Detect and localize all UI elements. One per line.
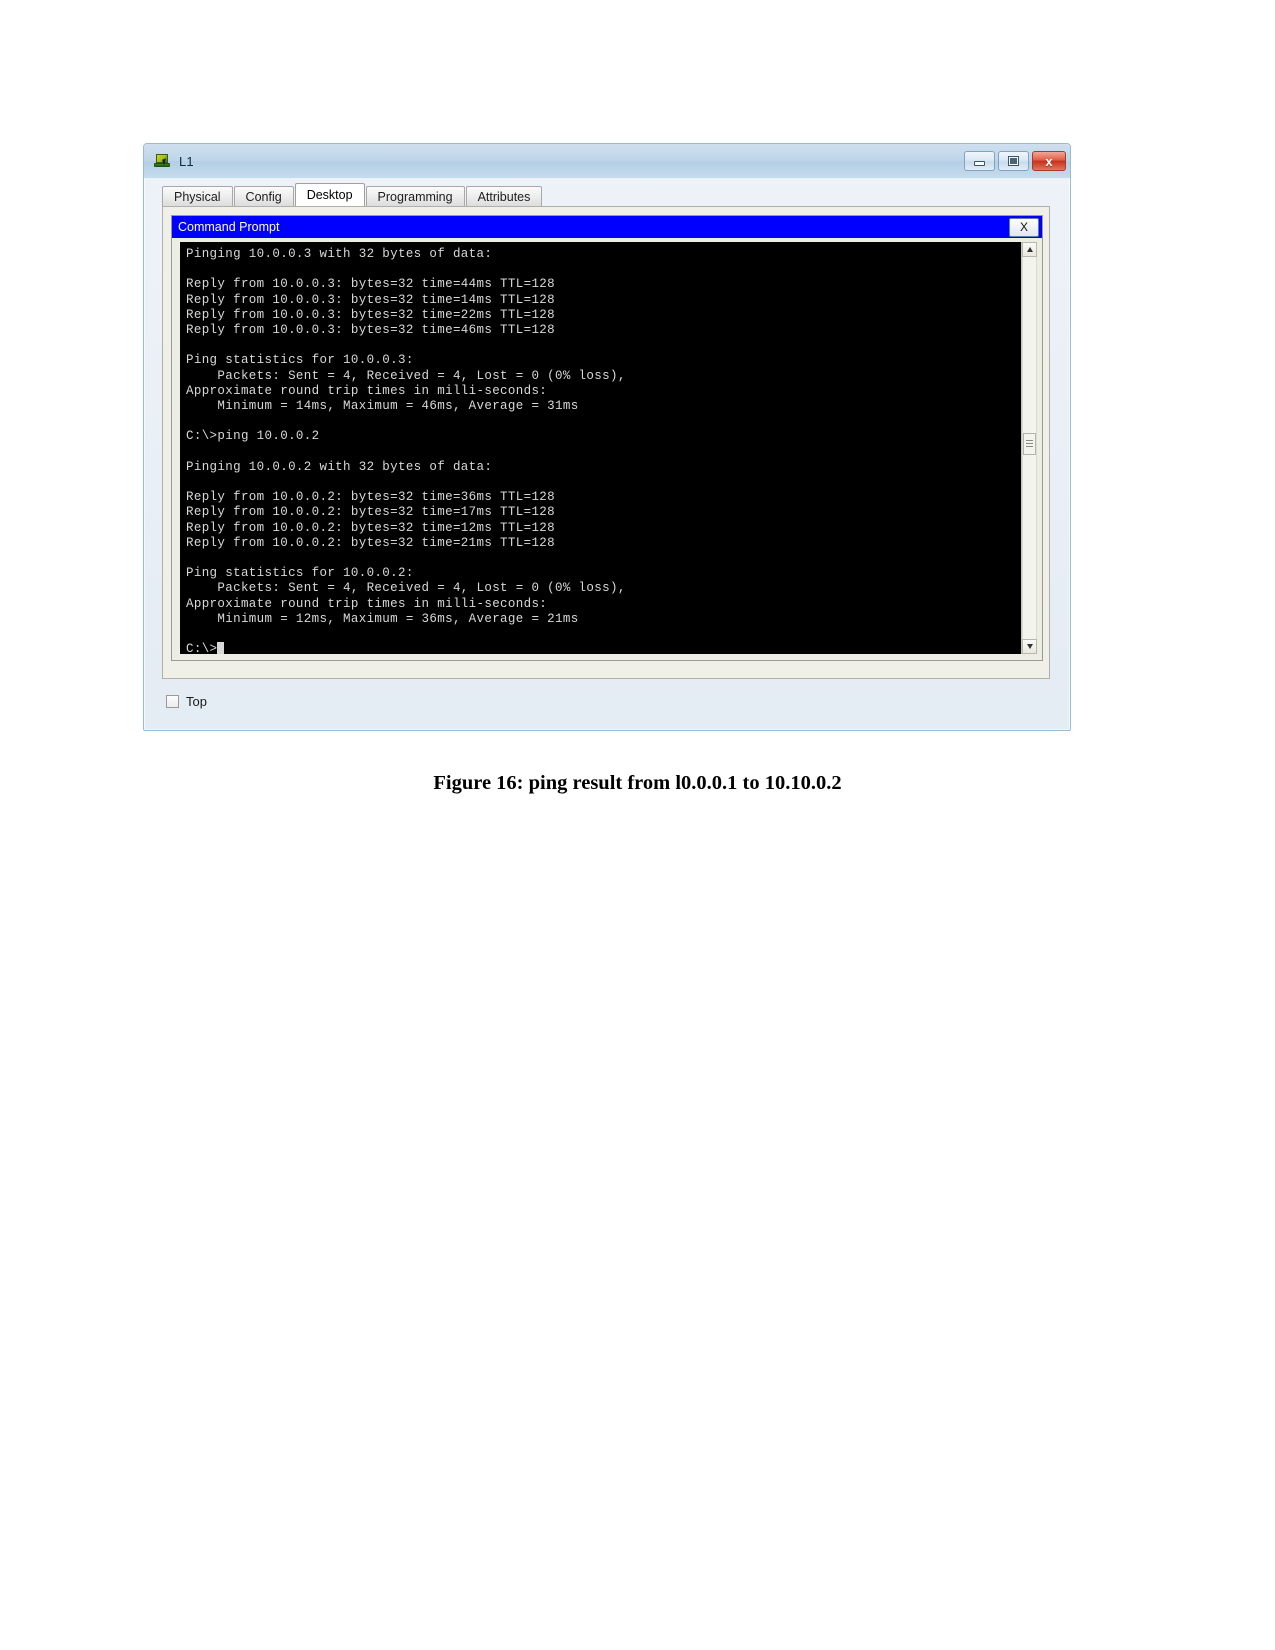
text-cursor-icon (217, 642, 225, 654)
scrollbar-thumb[interactable] (1023, 432, 1036, 455)
tab-attributes[interactable]: Attributes (465, 186, 543, 206)
scroll-down-button[interactable] (1022, 639, 1037, 654)
command-prompt-title: Command Prompt (178, 220, 280, 234)
close-button[interactable]: x (1032, 151, 1066, 171)
device-window: L1 x Physical Config Desktop Programming… (143, 143, 1071, 731)
terminal-prompt-line: C:\> (186, 642, 1021, 654)
grip-line-icon (1026, 446, 1033, 448)
chevron-up-icon (1026, 247, 1033, 252)
terminal-output-area[interactable]: Pinging 10.0.0.3 with 32 bytes of data: … (180, 242, 1021, 654)
tab-programming[interactable]: Programming (365, 186, 465, 206)
close-icon: x (1045, 153, 1053, 169)
figure-caption: Figure 16: ping result from l0.0.0.1 to … (433, 772, 842, 794)
terminal-scrollbar[interactable] (1021, 242, 1037, 654)
top-checkbox-label: Top (186, 694, 207, 709)
scroll-up-button[interactable] (1022, 242, 1037, 257)
laptop-device-icon (154, 153, 172, 169)
grip-line-icon (1026, 440, 1033, 442)
window-controls: x (964, 151, 1066, 171)
prompt-string: C:\> (186, 642, 218, 654)
command-prompt-body: Pinging 10.0.0.3 with 32 bytes of data: … (172, 238, 1042, 660)
grip-line-icon (1026, 443, 1033, 445)
scrollbar-track[interactable] (1022, 257, 1037, 639)
maximize-button[interactable] (998, 151, 1029, 171)
tab-desktop[interactable]: Desktop (294, 183, 365, 206)
window-titlebar: L1 x (144, 144, 1070, 178)
minimize-icon (974, 161, 985, 166)
terminal-text: Pinging 10.0.0.3 with 32 bytes of data: … (186, 247, 626, 626)
top-checkbox-row: Top (166, 694, 207, 709)
tab-bar: Physical Config Desktop Programming Attr… (162, 183, 1070, 206)
tab-config[interactable]: Config (233, 186, 294, 206)
tab-physical[interactable]: Physical (162, 186, 233, 206)
minimize-button[interactable] (964, 151, 995, 171)
chevron-down-icon (1026, 644, 1033, 649)
command-prompt-close-button[interactable]: X (1009, 217, 1039, 237)
top-checkbox[interactable] (166, 695, 179, 708)
command-prompt-window: Command Prompt X Pinging 10.0.0.3 with 3… (171, 215, 1043, 661)
command-prompt-titlebar: Command Prompt X (172, 216, 1042, 238)
maximize-icon (1008, 156, 1019, 166)
titlebar-left-group: L1 (154, 153, 964, 169)
window-title: L1 (179, 153, 194, 169)
desktop-panel: Command Prompt X Pinging 10.0.0.3 with 3… (162, 206, 1050, 679)
